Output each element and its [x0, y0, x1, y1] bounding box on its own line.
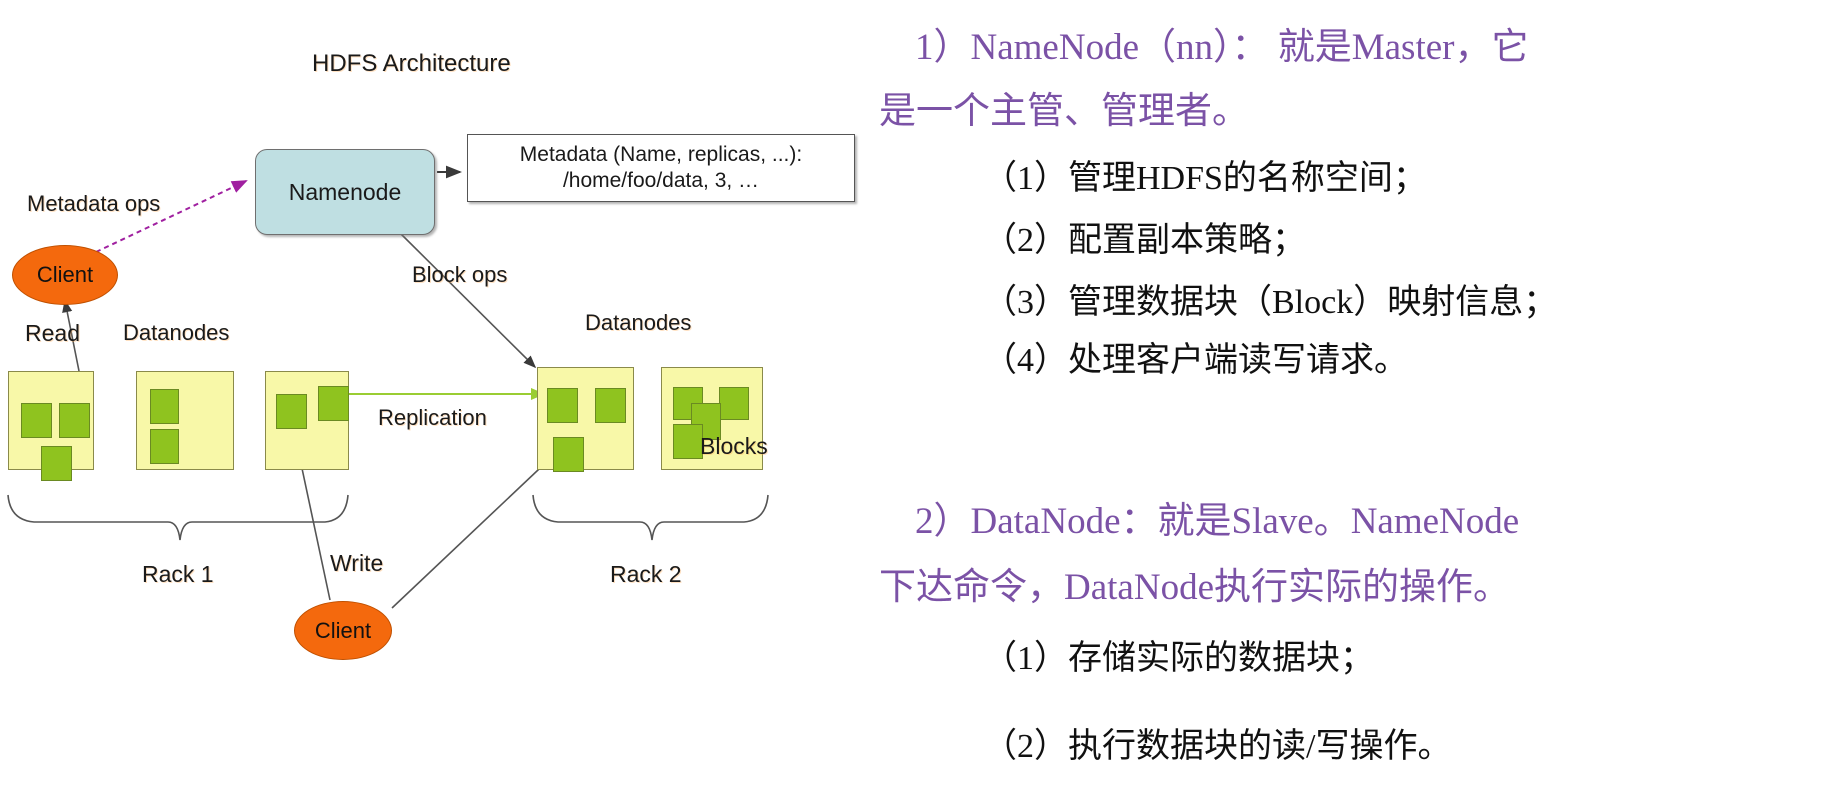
block — [318, 386, 349, 421]
chinese-notes-panel: 1）NameNode（nn）： 就是Master，它是一个主管、管理者。 （1）管… — [879, 0, 1827, 812]
replication-label: Replication — [378, 405, 487, 430]
block — [276, 394, 307, 429]
block — [21, 403, 52, 438]
note-line-1: 1）NameNode（nn）： 就是Master，它 — [915, 27, 1529, 68]
namenode-label: Namenode — [288, 178, 402, 205]
client-node-bottom: Client — [294, 601, 392, 660]
note-line-9: （1）存储实际的数据块； — [983, 640, 1374, 677]
block — [719, 387, 749, 420]
client-top-label: Client — [36, 262, 94, 287]
read-label: Read — [25, 320, 80, 346]
note-line-5: （3）管理数据块（Block）映射信息； — [983, 284, 1558, 321]
write-arrow-rack2 — [391, 451, 558, 609]
block-ops-label: Block ops — [412, 262, 508, 287]
diagram-title: HDFS Architecture — [312, 50, 511, 77]
rack2-label: Rack 2 — [610, 561, 682, 587]
note-line-3: （1）管理HDFS的名称空间； — [983, 160, 1427, 197]
block — [150, 429, 179, 464]
client-node-top: Client — [12, 245, 118, 305]
metadata-box: Metadata (Name, replicas, ...): /home/fo… — [467, 134, 855, 202]
blocks-label: Blocks — [700, 433, 768, 459]
datanodes-right-label: Datanodes — [585, 310, 692, 335]
note-line-8: 下达命令，DataNode执行实际的操作。 — [879, 567, 1510, 608]
note-line-10: （2）执行数据块的读/写操作。 — [983, 728, 1452, 765]
namenode-box: Namenode — [255, 149, 435, 235]
rack1-brace — [7, 494, 349, 541]
hdfs-architecture-diagram: HDFS Architecture Namenode Metadata (Nam… — [0, 0, 910, 812]
rack1-label: Rack 1 — [142, 561, 214, 587]
datanode-r1-n1 — [8, 371, 94, 481]
rack2-brace — [532, 494, 769, 541]
datanode-r1-n3 — [265, 371, 349, 470]
note-line-4: （2）配置副本策略； — [983, 222, 1306, 259]
datanode-r2-n1 — [537, 367, 634, 472]
note-line-7: 2）DataNode：就是Slave。NameNode — [915, 501, 1520, 542]
datanode-r1-n2 — [136, 371, 234, 470]
metadata-line-2: /home/foo/data, 3, … — [562, 169, 760, 192]
block — [41, 446, 72, 481]
block — [547, 388, 578, 423]
note-line-6: （4）处理客户端读写请求。 — [983, 342, 1408, 379]
datanodes-left-label: Datanodes — [123, 320, 230, 345]
block — [595, 388, 626, 423]
client-bottom-label: Client — [314, 617, 372, 643]
block — [59, 403, 90, 438]
metadata-line-1: Metadata (Name, replicas, ...): — [519, 143, 803, 167]
metadata-ops-label: Metadata ops — [27, 191, 161, 216]
note-line-2: 是一个主管、管理者。 — [879, 91, 1249, 132]
block — [553, 437, 584, 472]
block — [673, 424, 703, 459]
block-ops-arrow — [399, 232, 537, 369]
write-label: Write — [330, 550, 384, 576]
block — [150, 389, 179, 424]
